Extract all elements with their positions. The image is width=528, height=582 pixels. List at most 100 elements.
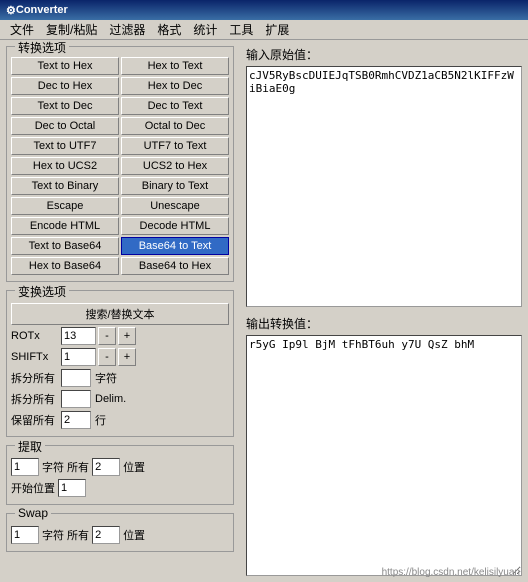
- btn-decode-html[interactable]: Decode HTML: [121, 217, 229, 235]
- btn-row-7: Text to Binary Binary to Text: [11, 177, 229, 195]
- btn-text-to-dec[interactable]: Text to Dec: [11, 97, 119, 115]
- extract-val2[interactable]: [92, 458, 120, 476]
- split-input-1[interactable]: [61, 369, 91, 387]
- split-label-1: 拆分所有: [11, 370, 61, 386]
- btn-hex-to-text[interactable]: Hex to Text: [121, 57, 229, 75]
- btn-unescape[interactable]: Unescape: [121, 197, 229, 215]
- output-label: 输出转换值：: [246, 315, 522, 332]
- btn-row-9: Encode HTML Decode HTML: [11, 217, 229, 235]
- input-label: 输入原始值：: [246, 46, 522, 63]
- rot-row: ROTx - +: [11, 327, 229, 345]
- rot-label: ROTx: [11, 330, 61, 342]
- extract-val1[interactable]: [11, 458, 39, 476]
- shift-plus-btn[interactable]: +: [118, 348, 136, 366]
- btn-row-3: Text to Dec Dec to Text: [11, 97, 229, 115]
- options-group: 变换选项 搜索/替换文本 ROTx - + SHIFTx - + 拆分所有: [6, 290, 234, 437]
- right-panel: 输入原始值： cJV5RyBscDUIEJqTSB0RmhCVDZ1aCB5N2…: [240, 40, 528, 582]
- extract-section: 提取 字符 所有 位置 开始位置: [6, 445, 234, 505]
- btn-base64-to-hex[interactable]: Base64 to Hex: [121, 257, 229, 275]
- menu-file[interactable]: 文件: [4, 19, 40, 40]
- menu-filter[interactable]: 过滤器: [103, 19, 151, 40]
- rot-minus-btn[interactable]: -: [98, 327, 116, 345]
- swap-label2: 位置: [123, 527, 145, 543]
- title-bar: ⚙ Converter: [0, 0, 528, 20]
- btn-dec-to-octal[interactable]: Dec to Octal: [11, 117, 119, 135]
- extract-label1: 字符 所有: [42, 459, 89, 475]
- rot-input[interactable]: [61, 327, 96, 345]
- conversion-buttons: Text to Hex Hex to Text Dec to Hex Hex t…: [11, 57, 229, 275]
- split-unit-1: 字符: [95, 370, 117, 386]
- keep-input[interactable]: [61, 411, 91, 429]
- output-textarea[interactable]: r5yG Ip9l BjM tFhBT6uh y7U QsZ bhM: [246, 335, 522, 576]
- btn-ucs2-to-hex[interactable]: UCS2 to Hex: [121, 157, 229, 175]
- shift-row: SHIFTx - +: [11, 348, 229, 366]
- btn-row-2: Dec to Hex Hex to Dec: [11, 77, 229, 95]
- menu-bar: 文件 复制/粘贴 过滤器 格式 统计 工具 扩展: [0, 20, 528, 40]
- split-unit-2: Delim.: [95, 393, 126, 405]
- extract-row-2: 开始位置: [11, 479, 229, 497]
- btn-row-11: Hex to Base64 Base64 to Hex: [11, 257, 229, 275]
- split-label-2: 拆分所有: [11, 391, 61, 407]
- btn-text-to-binary[interactable]: Text to Binary: [11, 177, 119, 195]
- extract-row-1: 字符 所有 位置: [11, 458, 229, 476]
- left-panel: 转换选项 Text to Hex Hex to Text Dec to Hex …: [0, 40, 240, 582]
- options-content: 搜索/替换文本 ROTx - + SHIFTx - + 拆分所有 字符: [11, 303, 229, 429]
- extract-content: 字符 所有 位置 开始位置: [11, 458, 229, 497]
- split-row-1: 拆分所有 字符: [11, 369, 229, 387]
- btn-hex-to-base64[interactable]: Hex to Base64: [11, 257, 119, 275]
- shift-input[interactable]: [61, 348, 96, 366]
- conversion-group: 转换选项 Text to Hex Hex to Text Dec to Hex …: [6, 46, 234, 282]
- extract-start-val[interactable]: [58, 479, 86, 497]
- btn-escape[interactable]: Escape: [11, 197, 119, 215]
- btn-dec-to-text[interactable]: Dec to Text: [121, 97, 229, 115]
- split-input-2[interactable]: [61, 390, 91, 408]
- title-bar-text: Converter: [16, 4, 68, 16]
- btn-dec-to-hex[interactable]: Dec to Hex: [11, 77, 119, 95]
- title-bar-icon: ⚙: [6, 4, 16, 17]
- conversion-group-title: 转换选项: [15, 40, 69, 56]
- menu-tools[interactable]: 工具: [223, 19, 259, 40]
- btn-text-to-base64[interactable]: Text to Base64: [11, 237, 119, 255]
- btn-row-1: Text to Hex Hex to Text: [11, 57, 229, 75]
- swap-title: Swap: [15, 506, 51, 520]
- btn-base64-to-text[interactable]: Base64 to Text: [121, 237, 229, 255]
- shift-minus-btn[interactable]: -: [98, 348, 116, 366]
- btn-hex-to-dec[interactable]: Hex to Dec: [121, 77, 229, 95]
- options-group-title: 变换选项: [15, 283, 69, 300]
- menu-extend[interactable]: 扩展: [259, 19, 295, 40]
- btn-hex-to-ucs2[interactable]: Hex to UCS2: [11, 157, 119, 175]
- extract-title: 提取: [15, 438, 45, 455]
- extract-start-label: 开始位置: [11, 480, 55, 496]
- keep-row: 保留所有 行: [11, 411, 229, 429]
- keep-unit: 行: [95, 412, 106, 428]
- extract-label2: 位置: [123, 459, 145, 475]
- btn-octal-to-dec[interactable]: Octal to Dec: [121, 117, 229, 135]
- main-container: 转换选项 Text to Hex Hex to Text Dec to Hex …: [0, 40, 528, 582]
- swap-val2[interactable]: [92, 526, 120, 544]
- swap-label1: 字符 所有: [42, 527, 89, 543]
- btn-row-10: Text to Base64 Base64 to Text: [11, 237, 229, 255]
- btn-text-to-hex[interactable]: Text to Hex: [11, 57, 119, 75]
- btn-row-6: Hex to UCS2 UCS2 to Hex: [11, 157, 229, 175]
- swap-val1[interactable]: [11, 526, 39, 544]
- watermark: https://blog.csdn.net/kelisilyuan: [382, 567, 520, 578]
- swap-row-1: 字符 所有 位置: [11, 526, 229, 544]
- swap-section: Swap 字符 所有 位置: [6, 513, 234, 552]
- rot-plus-btn[interactable]: +: [118, 327, 136, 345]
- btn-row-4: Dec to Octal Octal to Dec: [11, 117, 229, 135]
- menu-stats[interactable]: 统计: [187, 19, 223, 40]
- shift-label: SHIFTx: [11, 351, 61, 363]
- btn-utf7-to-text[interactable]: UTF7 to Text: [121, 137, 229, 155]
- split-row-2: 拆分所有 Delim.: [11, 390, 229, 408]
- btn-row-8: Escape Unescape: [11, 197, 229, 215]
- swap-content: 字符 所有 位置: [11, 526, 229, 544]
- search-replace-btn[interactable]: 搜索/替换文本: [11, 303, 229, 325]
- input-textarea[interactable]: cJV5RyBscDUIEJqTSB0RmhCVDZ1aCB5N2lKIFFzW…: [246, 66, 522, 307]
- btn-row-5: Text to UTF7 UTF7 to Text: [11, 137, 229, 155]
- menu-copy-paste[interactable]: 复制/粘贴: [40, 19, 103, 40]
- btn-encode-html[interactable]: Encode HTML: [11, 217, 119, 235]
- btn-text-to-utf7[interactable]: Text to UTF7: [11, 137, 119, 155]
- btn-binary-to-text[interactable]: Binary to Text: [121, 177, 229, 195]
- keep-label: 保留所有: [11, 412, 61, 428]
- menu-format[interactable]: 格式: [151, 19, 187, 40]
